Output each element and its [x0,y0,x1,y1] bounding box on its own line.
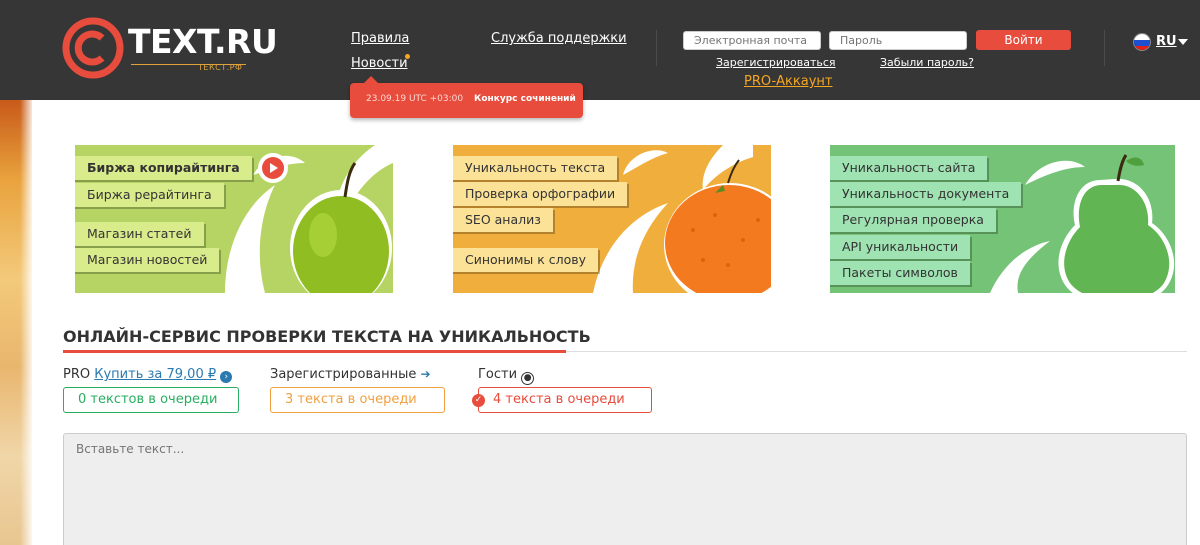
header-divider [656,30,657,66]
login-button[interactable]: Войти [976,30,1071,50]
register-link[interactable]: Зарегистрироваться [716,56,836,69]
title-underline [63,350,566,353]
registered-label: Зарегистрированные [270,367,417,382]
language-selector[interactable]: RU [1156,34,1177,49]
guests-label: Гости [478,367,518,382]
document-uniqueness-link[interactable]: Уникальность документа [830,182,1022,206]
copywriting-exchange-link[interactable]: Биржа копирайтинга [75,156,252,180]
rewriting-exchange-link[interactable]: Биржа рерайтинга [75,183,224,207]
user-icon: ● [521,372,535,385]
news-indicator-dot [405,54,410,59]
registered-queue-count: 3 текста в очереди [270,387,445,413]
sign-in-icon: ➔ [420,367,431,381]
forgot-password-link[interactable]: Забыли пароль? [880,56,974,69]
site-uniqueness-link[interactable]: Уникальность сайта [830,156,988,180]
pro-queue-label: PRO Купить за 79,00 ₽ › [63,367,233,383]
news-popup[interactable]: 23.09.19 UTC +03:00 Конкурс сочинений [350,76,583,118]
registered-queue-label: Зарегистрированные ➔ [270,367,431,382]
russian-flag-icon[interactable] [1133,33,1151,51]
email-input[interactable] [683,31,821,50]
nav-support-link[interactable]: Служба поддержки [491,31,627,46]
news-popup-title[interactable]: Конкурс сочинений [474,94,576,104]
guests-queue-count: 4 текста в очереди [478,387,652,413]
logo-icon[interactable] [62,17,124,79]
pro-account-link[interactable]: PRO-Аккаунт [744,74,833,89]
play-video-button[interactable] [258,153,288,183]
uniqueness-tools-panel: Уникальность текста Проверка орфографии … [453,145,771,293]
regular-check-link[interactable]: Регулярная проверка [830,208,996,232]
article-shop-link[interactable]: Магазин статей [75,222,204,246]
uniqueness-api-link[interactable]: API уникальности [830,235,971,259]
seo-analysis-link[interactable]: SEO анализ [453,208,553,232]
header: TEXT.RU ТЕКСТ.РФ Правила Новости Служба … [0,0,1200,100]
text-uniqueness-link[interactable]: Уникальность текста [453,156,618,180]
chevron-down-icon[interactable] [1178,39,1188,45]
nav-news-link[interactable]: Новости [351,56,408,71]
autumn-leaves-decoration [0,100,32,545]
symbol-packages-link[interactable]: Пакеты символов [830,261,970,285]
pro-label: PRO [63,367,91,382]
news-popup-date: 23.09.19 UTC +03:00 [366,94,464,104]
logo-text[interactable]: TEXT.RU [128,22,278,62]
page-title: ОНЛАЙН-СЕРВИС ПРОВЕРКИ ТЕКСТА НА УНИКАЛЬ… [63,327,591,346]
guests-queue-label: Гости ● [478,367,535,385]
synonyms-link[interactable]: Синонимы к слову [453,248,599,272]
arrow-right-icon[interactable]: › [220,371,233,383]
spelling-check-link[interactable]: Проверка орфографии [453,182,628,206]
nav-rules-link[interactable]: Правила [351,31,409,46]
password-input[interactable] [829,31,967,50]
check-icon: ✓ [472,394,485,407]
site-uniqueness-panel: Уникальность сайта Уникальность документ… [830,145,1175,293]
text-input-area[interactable] [63,433,1187,545]
header-divider-2 [1104,30,1105,66]
buy-pro-link[interactable]: Купить за 79,00 ₽ [94,367,216,382]
copywriting-panel: Биржа копирайтинга Биржа рерайтинга Мага… [75,145,393,293]
news-shop-link[interactable]: Магазин новостей [75,248,220,272]
logo-subtext: ТЕКСТ.РФ [198,63,243,72]
pro-queue-count: 0 текстов в очереди [63,387,239,413]
